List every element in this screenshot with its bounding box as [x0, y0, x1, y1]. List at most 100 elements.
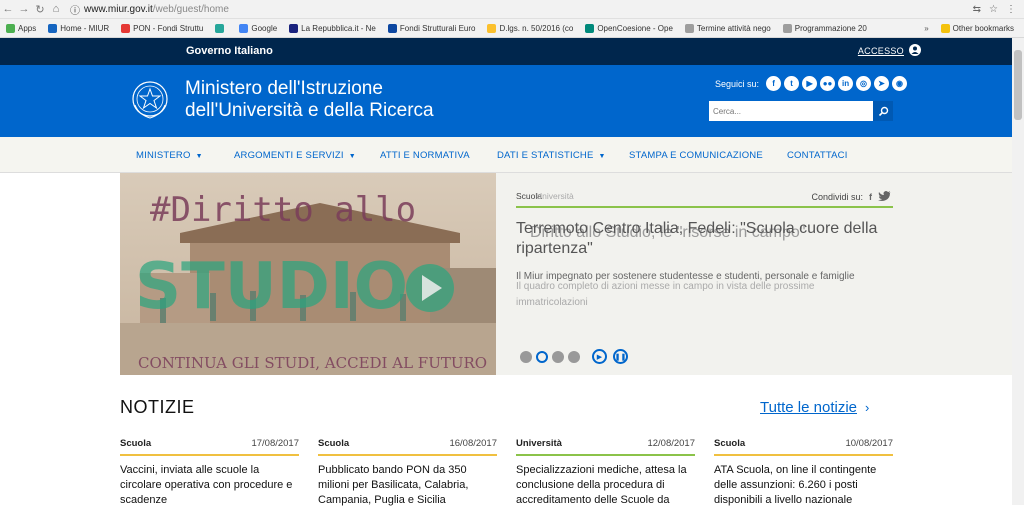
menu-item-label: ARGOMENTI E SERVIZI	[234, 150, 344, 161]
menu-item[interactable]: STAMPA E COMUNICAZIONE	[629, 150, 763, 161]
menu-item[interactable]: ATTI E NORMATIVA	[380, 150, 470, 161]
social-bar: Seguici su: f t ▶ ●● in ◎ ➤ ◉	[715, 76, 908, 91]
hero-image-caption: CONTINUA GLI STUDI, ACCEDI AL FUTURO	[138, 354, 487, 372]
bookmark-item[interactable]: Programmazione 20	[777, 23, 873, 33]
hero-category-ghost: Università	[536, 191, 574, 201]
menu-item-label: MINISTERO	[136, 150, 191, 161]
scrollbar-thumb[interactable]	[1014, 50, 1022, 120]
search-icon[interactable]	[873, 101, 893, 121]
site-header: Ministero dell'Istruzione dell'Universit…	[0, 65, 1012, 137]
social-icon[interactable]: f	[766, 76, 782, 91]
news-card[interactable]: Scuola 10/08/2017 ATA Scuola, on line il c…	[714, 438, 893, 508]
hero-image-title: #Diritto allo	[150, 190, 416, 230]
star-icon[interactable]: ☆	[989, 4, 998, 15]
bookmark-label: Fondi Strutturali Euro	[399, 23, 476, 33]
news-headline[interactable]: Specializzazioni mediche, attesa la conc…	[516, 463, 695, 508]
carousel-dot[interactable]	[520, 350, 532, 363]
all-news-label: Tutte le notizie	[760, 399, 857, 416]
twitter-icon[interactable]	[878, 190, 892, 204]
other-bookmarks-label: Other bookmarks	[952, 23, 1014, 33]
menu-item-label: CONTATTACI	[787, 150, 848, 161]
bookmark-label: Programmazione 20	[794, 23, 867, 33]
bookmark-item[interactable]: Home - MIUR	[42, 23, 115, 33]
news-accent-bar	[516, 454, 695, 456]
news-date: 17/08/2017	[251, 438, 299, 449]
menu-item[interactable]: ARGOMENTI E SERVIZI ▼	[234, 150, 356, 161]
news-card[interactable]: Università 12/08/2017 Specializzazioni med…	[516, 438, 695, 508]
bookmark-favicon-icon	[6, 23, 15, 33]
bookmarks-more[interactable]: »	[918, 24, 934, 33]
browser-toolbar: ← → ↻ ⌂ ⓘ www.miur.gov.it/web/guest/home…	[0, 0, 1024, 19]
social-icon[interactable]: ◎	[856, 76, 872, 91]
bookmark-label: Termine attività nego	[696, 23, 771, 33]
bookmark-item[interactable]: La Repubblica.it - Ne	[283, 23, 382, 33]
bookmark-item[interactable]: OpenCoesione - Ope	[579, 23, 679, 33]
menu-item[interactable]: MINISTERO ▼	[136, 150, 203, 161]
scrollbar[interactable]	[1012, 38, 1024, 505]
share-label: Condividi su:	[811, 192, 863, 202]
reload-icon[interactable]: ↻	[32, 3, 48, 16]
news-headline[interactable]: Pubblicato bando PON da 350 milioni per …	[318, 463, 497, 508]
bookmark-favicon-icon	[239, 23, 249, 33]
bookmark-favicon-icon	[782, 23, 792, 33]
home-icon[interactable]: ⌂	[48, 3, 64, 15]
bookmark-item[interactable]: Fondi Strutturali Euro	[382, 23, 482, 33]
social-icon[interactable]: ▶	[802, 76, 818, 91]
other-bookmarks[interactable]: Other bookmarks	[935, 23, 1024, 33]
social-icon[interactable]: in	[838, 76, 854, 91]
gov-title[interactable]: Governo Italiano	[186, 45, 273, 57]
site-name[interactable]: Ministero dell'Istruzione dell'Universit…	[185, 78, 434, 122]
share-bar: Condividi su: f	[811, 190, 892, 204]
bookmark-label: OpenCoesione - Ope	[597, 23, 673, 33]
site-name-line1: Ministero dell'Istruzione	[185, 78, 383, 99]
news-accent-bar	[120, 454, 299, 456]
menu-icon[interactable]: ⋮	[1006, 4, 1016, 15]
back-icon[interactable]: ←	[0, 3, 16, 15]
news-accent-bar	[714, 454, 893, 456]
carousel-dot[interactable]	[552, 350, 564, 363]
social-icon[interactable]: ●●	[820, 76, 836, 91]
bookmark-item[interactable]: Google	[233, 23, 283, 33]
news-card[interactable]: Scuola 17/08/2017 Vaccini, inviata alle sc…	[120, 438, 299, 508]
hero-panel: Scuola Università Condividi su: f Diritt…	[496, 173, 1012, 375]
facebook-icon[interactable]: f	[869, 192, 872, 202]
carousel-dot[interactable]	[568, 350, 580, 363]
hero-title[interactable]: Terremoto Centro Italia, Fedeli: "Scuola…	[516, 219, 896, 259]
bookmark-item[interactable]	[209, 23, 233, 33]
forward-icon[interactable]: →	[16, 3, 32, 15]
pause-icon[interactable]: ❚❚	[613, 349, 628, 364]
bookmark-item[interactable]: PON - Fondi Struttu	[115, 23, 209, 33]
republic-emblem-icon[interactable]	[129, 75, 171, 123]
menu-item[interactable]: CONTATTACI	[787, 150, 848, 161]
carousel-dot-active[interactable]	[536, 350, 548, 363]
news-headline[interactable]: Vaccini, inviata alle scuole la circolar…	[120, 463, 299, 508]
bookmark-item[interactable]: D.lgs. n. 50/2016 (co	[481, 23, 579, 33]
search-input[interactable]	[709, 101, 873, 121]
address-bar[interactable]: ⓘ www.miur.gov.it/web/guest/home	[70, 2, 229, 17]
login-link[interactable]: ACCESSO	[858, 46, 904, 56]
news-headline[interactable]: ATA Scuola, on line il contingente delle…	[714, 463, 893, 508]
bookmark-item[interactable]: Apps	[0, 23, 42, 33]
caret-down-icon: ▼	[598, 153, 606, 160]
bookmark-item[interactable]: Termine attività nego	[679, 23, 777, 33]
menu-item-label: ATTI E NORMATIVA	[380, 150, 470, 161]
bookmark-label: Apps	[18, 23, 37, 33]
hero-image-word: STUDIO	[135, 250, 408, 324]
news-card[interactable]: Scuola 16/08/2017 Pubblicato bando PON da …	[318, 438, 497, 508]
bookmark-favicon-icon	[387, 23, 397, 33]
hero-divider	[516, 206, 893, 208]
menu-item[interactable]: DATI E STATISTICHE ▼	[497, 150, 606, 161]
bookmark-favicon-icon	[487, 23, 497, 33]
menu-item-label: DATI E STATISTICHE	[497, 150, 594, 161]
user-icon[interactable]	[909, 44, 921, 56]
info-icon: ⓘ	[70, 5, 80, 17]
caret-down-icon: ▼	[195, 153, 203, 160]
translate-icon[interactable]: ⇆	[973, 4, 981, 15]
social-icon[interactable]: ◉	[892, 76, 908, 91]
social-icon[interactable]: ➤	[874, 76, 890, 91]
social-icon[interactable]: t	[784, 76, 800, 91]
play-icon[interactable]: ▶	[592, 349, 607, 364]
url-host: www.miur.gov.it	[84, 3, 153, 15]
all-news-link[interactable]: Tutte le notizie ›	[760, 399, 869, 416]
hero-image[interactable]: #Diritto allo STUDIO CONTINUA GLI STUDI,…	[120, 173, 496, 375]
